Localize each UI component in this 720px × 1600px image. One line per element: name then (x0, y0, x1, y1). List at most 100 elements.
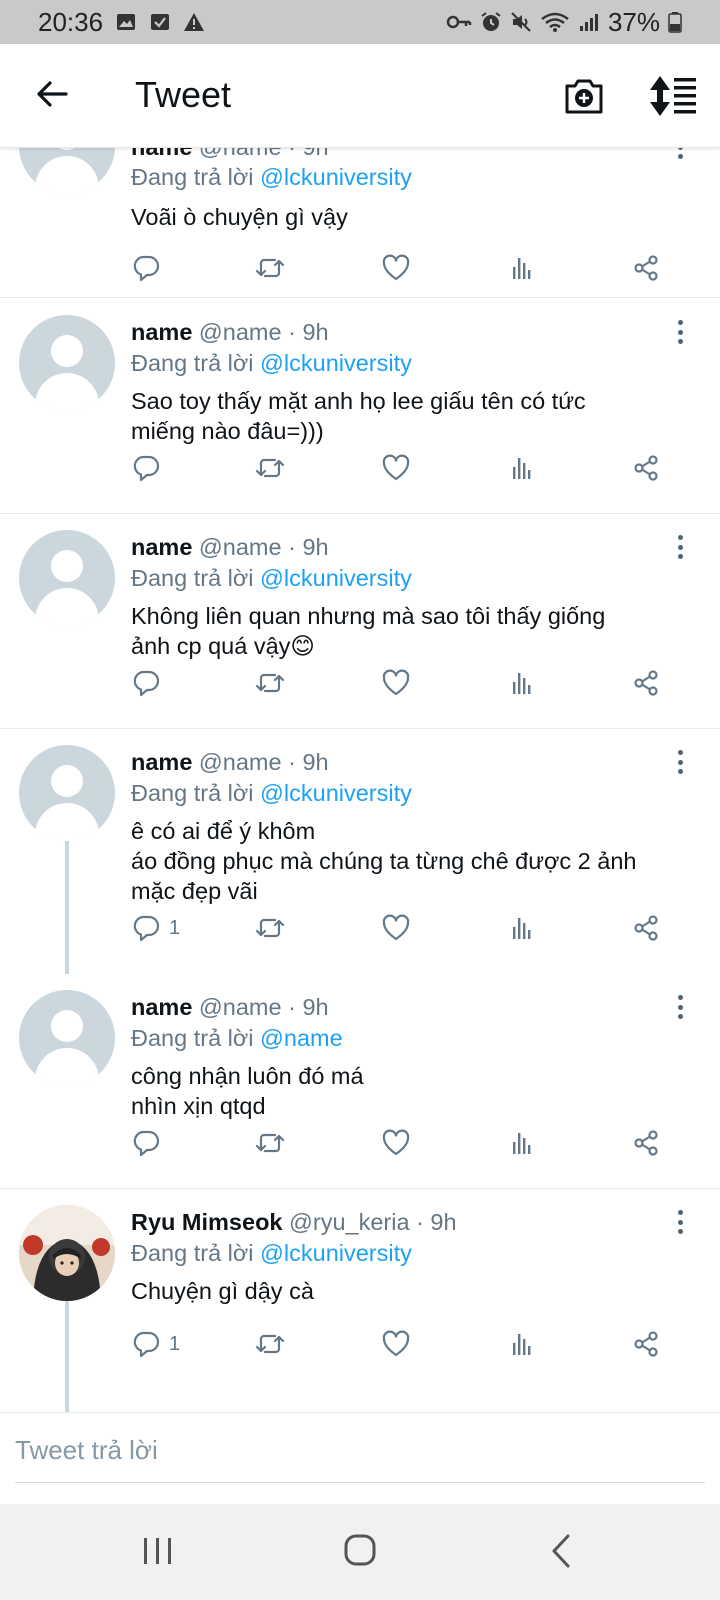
analytics-button[interactable] (507, 1326, 537, 1362)
reply-mention[interactable]: @lckuniversity (260, 565, 412, 591)
reply-input[interactable] (15, 1433, 705, 1483)
reply-mention[interactable]: @name (260, 1025, 343, 1051)
like-button[interactable] (381, 1125, 411, 1161)
thread-line (65, 1301, 69, 1412)
reply-prefix: Đang trả lời (131, 350, 254, 376)
tweet-header: Ryu Mimseok @ryu_keria · 9h (131, 1209, 457, 1236)
retweet-icon (255, 253, 285, 283)
arrow-left-icon[interactable] (30, 72, 74, 116)
avatar[interactable] (19, 1205, 115, 1301)
reply-mention[interactable]: @lckuniversity (260, 164, 412, 190)
tweet-text-line: miếng nào đâu=))) (131, 418, 324, 444)
more-options-button[interactable] (668, 317, 692, 347)
analytics-button[interactable] (507, 1125, 537, 1161)
analytics-button[interactable] (507, 910, 537, 946)
retweet-button[interactable] (255, 910, 285, 946)
sort-icon[interactable] (648, 74, 700, 118)
status-time: 20:36 (38, 6, 104, 37)
camera-plus-icon[interactable] (562, 74, 606, 118)
app-header: Tweet (0, 44, 720, 148)
reply-button[interactable]: 1 (131, 1326, 180, 1362)
home-icon[interactable] (330, 1526, 390, 1576)
like-button[interactable] (381, 450, 411, 486)
handle[interactable]: @name (199, 749, 282, 775)
retweet-button[interactable] (255, 1326, 285, 1362)
retweet-button[interactable] (255, 665, 285, 701)
analytics-button[interactable] (507, 665, 537, 701)
avatar[interactable] (19, 315, 115, 411)
analytics-button[interactable] (507, 450, 537, 486)
like-button[interactable] (381, 1326, 411, 1362)
more-options-button[interactable] (668, 148, 692, 162)
avatar[interactable] (19, 530, 115, 626)
retweet-button[interactable] (255, 450, 285, 486)
timestamp: · 9h (288, 148, 329, 160)
tweet-item[interactable]: name @name · 9h Đang trả lời @lckunivers… (0, 514, 720, 729)
retweet-button[interactable] (255, 1125, 285, 1161)
like-icon (381, 1128, 411, 1158)
warning-icon (184, 13, 205, 31)
reply-button[interactable] (131, 250, 169, 286)
avatar[interactable] (19, 745, 115, 841)
tweet-actions (131, 250, 701, 286)
handle[interactable]: @ryu_keria (289, 1209, 410, 1235)
battery-icon (668, 12, 682, 33)
reply-feed[interactable]: name @name · 9h Đang trả lời @lckunivers… (0, 148, 720, 1412)
reply-composer (0, 1412, 720, 1504)
like-button[interactable] (381, 250, 411, 286)
display-name[interactable]: name (131, 319, 192, 345)
reply-mention[interactable]: @lckuniversity (260, 780, 412, 806)
display-name[interactable]: name (131, 994, 192, 1020)
tweet-text: Chuyện gì dậy cà (131, 1276, 701, 1306)
tweet-actions (131, 450, 701, 486)
share-button[interactable] (631, 450, 661, 486)
reply-button[interactable] (131, 1125, 169, 1161)
reply-button[interactable] (131, 450, 169, 486)
avatar[interactable] (19, 148, 115, 194)
share-button[interactable] (631, 665, 661, 701)
display-name[interactable]: name (131, 148, 192, 160)
reply-button[interactable]: 1 (131, 910, 180, 946)
tweet-header: name @name · 9h (131, 148, 329, 161)
handle[interactable]: @name (199, 148, 282, 160)
handle[interactable]: @name (199, 994, 282, 1020)
reply-mention[interactable]: @lckuniversity (260, 350, 412, 376)
analytics-button[interactable] (507, 250, 537, 286)
like-button[interactable] (381, 665, 411, 701)
handle[interactable]: @name (199, 534, 282, 560)
more-options-button[interactable] (668, 992, 692, 1022)
tweet-text: công nhận luôn đó má nhìn xịn qtqd (131, 1061, 701, 1121)
tweet-item[interactable]: name @name · 9h Đang trả lời @name công … (0, 974, 720, 1189)
tweet-item[interactable]: name @name · 9h Đang trả lời @lckunivers… (0, 148, 720, 298)
reply-mention[interactable]: @lckuniversity (260, 1240, 412, 1266)
more-options-button[interactable] (668, 1207, 692, 1237)
analytics-icon (507, 1329, 537, 1359)
display-name[interactable]: name (131, 534, 192, 560)
more-options-button[interactable] (668, 747, 692, 777)
timestamp: · 9h (288, 994, 329, 1020)
handle[interactable]: @name (199, 319, 282, 345)
back-icon[interactable] (532, 1526, 592, 1576)
recent-apps-icon[interactable] (128, 1526, 188, 1576)
retweet-button[interactable] (255, 250, 285, 286)
tweet-header: name @name · 9h (131, 749, 329, 776)
share-button[interactable] (631, 250, 661, 286)
reply-prefix: Đang trả lời (131, 164, 254, 190)
tweet-item[interactable]: name @name · 9h Đang trả lời @lckunivers… (0, 729, 720, 974)
display-name[interactable]: name (131, 749, 192, 775)
share-button[interactable] (631, 910, 661, 946)
tweet-item[interactable]: name @name · 9h Đang trả lời @lckunivers… (0, 299, 720, 514)
share-button[interactable] (631, 1125, 661, 1161)
display-name[interactable]: Ryu Mimseok (131, 1209, 283, 1235)
vpn-key-icon (446, 15, 472, 29)
reply-icon (131, 913, 161, 943)
share-button[interactable] (631, 1326, 661, 1362)
tweet-text-line: Sao toy thấy mặt anh họ lee giấu tên có … (131, 388, 586, 414)
avatar[interactable] (19, 990, 115, 1086)
like-button[interactable] (381, 910, 411, 946)
more-options-button[interactable] (668, 532, 692, 562)
thread-line (65, 841, 69, 974)
status-left: 20:36 (38, 7, 205, 38)
reply-button[interactable] (131, 665, 169, 701)
tweet-item[interactable]: Ryu Mimseok @ryu_keria · 9h Đang trả lời… (0, 1189, 720, 1412)
